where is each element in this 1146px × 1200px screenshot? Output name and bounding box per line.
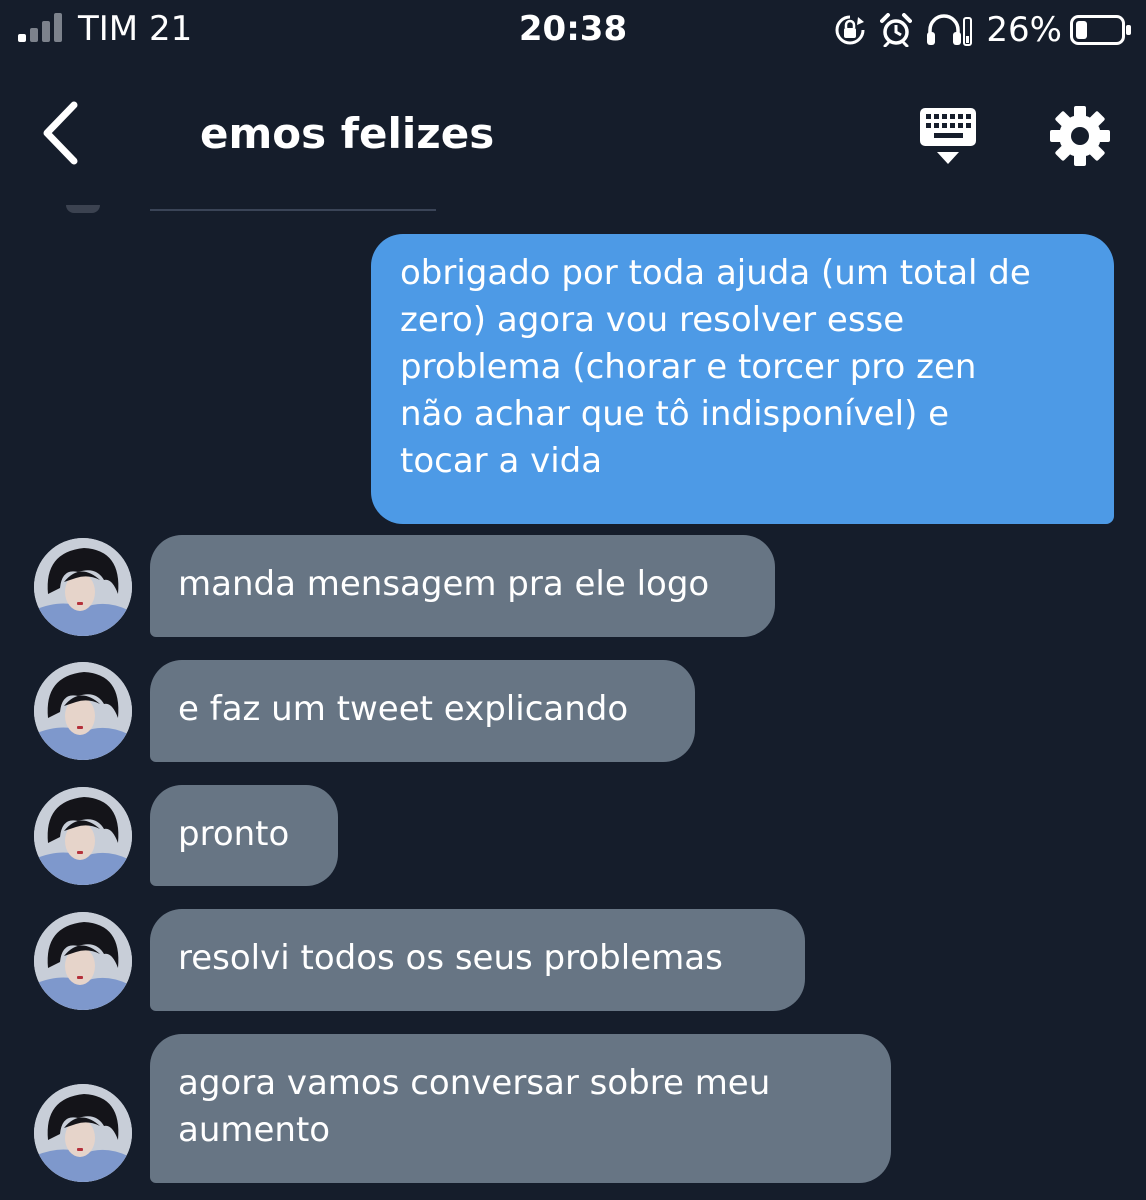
profile-photo <box>34 787 132 885</box>
gear-icon[interactable] <box>1048 104 1112 168</box>
avatar-partial <box>66 205 100 213</box>
status-bar: TIM 21 20:38 26% <box>0 0 1146 60</box>
avatar[interactable] <box>34 787 132 885</box>
profile-photo <box>34 538 132 636</box>
orientation-lock-icon <box>835 15 865 45</box>
incoming-message[interactable]: resolvi todos os seus problemas <box>150 909 805 1011</box>
avatar[interactable] <box>34 538 132 636</box>
status-indicators: 26% <box>834 10 1132 50</box>
headphones-icon <box>927 14 973 46</box>
outgoing-message[interactable]: obrigado por toda ajuda (um total de zer… <box>371 234 1114 524</box>
avatar[interactable] <box>34 1084 132 1182</box>
keyboard-icon[interactable] <box>916 106 980 166</box>
incoming-message[interactable]: agora vamos conversar sobre meu aumento <box>150 1034 891 1183</box>
scrolled-message-edge <box>150 209 436 211</box>
profile-photo <box>34 912 132 1010</box>
avatar[interactable] <box>34 662 132 760</box>
battery-icon <box>1070 15 1131 45</box>
alarm-icon <box>880 13 913 47</box>
chat-header: emos felizes <box>0 80 1146 190</box>
incoming-message[interactable]: pronto <box>150 785 338 886</box>
profile-photo <box>34 662 132 760</box>
profile-photo <box>34 1084 132 1182</box>
incoming-message[interactable]: manda mensagem pra ele logo <box>150 535 775 637</box>
back-arrow-icon[interactable] <box>30 100 92 166</box>
incoming-message[interactable]: e faz um tweet explicando <box>150 660 695 762</box>
chat-title: emos felizes <box>200 109 495 158</box>
battery-percent: 26% <box>986 10 1062 50</box>
avatar[interactable] <box>34 912 132 1010</box>
